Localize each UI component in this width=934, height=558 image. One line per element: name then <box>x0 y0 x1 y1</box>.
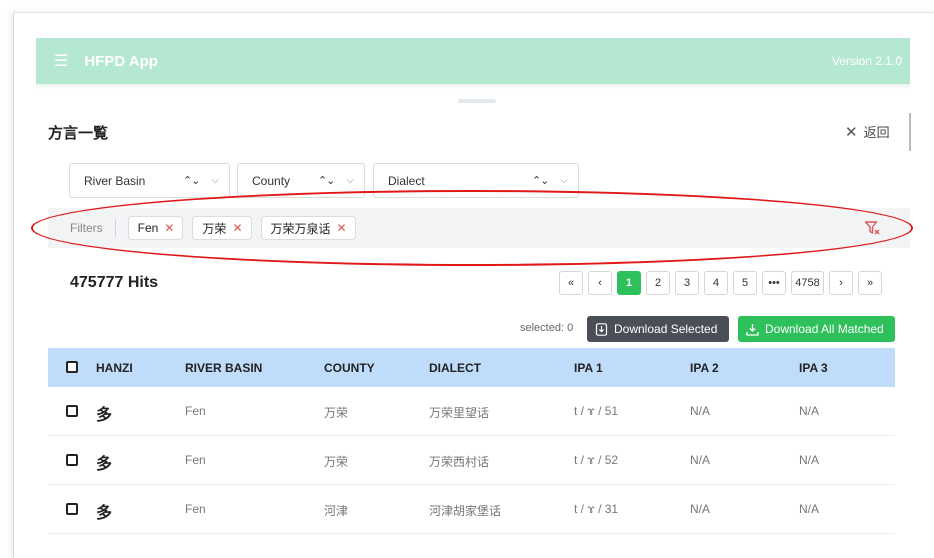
cell-hanzi: 多 <box>96 505 113 522</box>
cell-hanzi: 多 <box>96 456 113 473</box>
row-checkbox[interactable] <box>66 454 78 466</box>
menu-icon[interactable]: ☰ <box>54 51 68 71</box>
filter-chip-county[interactable]: 万荣 ✕ <box>192 216 252 240</box>
cell-county: 河津 <box>324 504 349 518</box>
sort-updown-icon: ⌃⌄ <box>531 175 549 187</box>
chevron-down-icon: ⌵ <box>560 175 568 186</box>
cell-ipa3: N/A <box>799 502 820 516</box>
page-button-3[interactable]: 3 <box>675 271 699 295</box>
version-label: Version 2.1.0 <box>831 54 902 68</box>
cell-dialect: 万荣里望话 <box>429 406 490 420</box>
filter-chip-label: 万荣万泉话 <box>270 221 331 236</box>
river-basin-select-label: River Basin <box>84 173 146 188</box>
filters-label: Filters <box>70 221 103 235</box>
drag-handle[interactable] <box>458 99 496 103</box>
download-icon <box>746 323 759 336</box>
select-all-checkbox[interactable] <box>66 361 78 373</box>
download-all-label: Download All Matched <box>765 322 884 336</box>
dialect-select[interactable]: Dialect ⌃⌄ ⌵ <box>373 163 579 198</box>
chevron-down-icon: ⌵ <box>211 175 219 186</box>
chevron-down-icon: ⌵ <box>346 175 354 186</box>
cell-dialect: 万荣西村话 <box>429 455 490 469</box>
close-icon: ✕ <box>845 123 858 141</box>
table-row[interactable]: 多 Fen 万荣 万荣西村话 t / ɤ / 52 N/A N/A <box>48 436 895 485</box>
filter-chip-label: Fen <box>137 221 159 235</box>
county-select[interactable]: County ⌃⌄ ⌵ <box>237 163 365 198</box>
page-button-2[interactable]: 2 <box>646 271 670 295</box>
row-checkbox[interactable] <box>66 503 78 515</box>
page-button-5[interactable]: 5 <box>733 271 757 295</box>
table-header: HANZI RIVER BASIN COUNTY DIALECT IPA 1 I… <box>48 348 895 387</box>
table-row[interactable]: 多 Fen 万荣 万荣里望话 t / ɤ / 51 N/A N/A <box>48 387 895 436</box>
divider <box>114 219 116 237</box>
column-header-dialect[interactable]: DIALECT <box>429 361 481 375</box>
app-header: ☰ HFPD App Version 2.1.0 <box>36 38 910 84</box>
column-header-ipa3[interactable]: IPA 3 <box>799 361 828 375</box>
dialect-select-label: Dialect <box>388 173 425 188</box>
download-selected-button[interactable]: Download Selected <box>587 316 729 342</box>
page-button-4[interactable]: 4 <box>704 271 728 295</box>
cell-hanzi: 多 <box>96 407 113 424</box>
cell-ipa3: N/A <box>799 404 820 418</box>
pagination: « ‹ 1 2 3 4 5 ••• 4758 › » <box>559 271 882 295</box>
remove-icon[interactable]: ✕ <box>232 221 242 235</box>
county-select-label: County <box>252 173 291 188</box>
page-title: 方言一覧 <box>48 125 109 142</box>
column-header-river-basin[interactable]: RIVER BASIN <box>185 361 262 375</box>
remove-icon[interactable]: ✕ <box>164 221 174 235</box>
download-selected-label: Download Selected <box>614 322 718 336</box>
cell-ipa1: t / ɤ / 52 <box>574 453 619 467</box>
cell-dialect: 河津胡家堡话 <box>429 504 502 518</box>
filter-chip-label: 万荣 <box>202 221 227 236</box>
sort-updown-icon: ⌃⌄ <box>317 175 335 187</box>
back-button[interactable]: ✕ 返回 <box>845 122 890 141</box>
filters-bar: Filters Fen ✕ 万荣 ✕ 万荣万泉话 ✕ <box>48 208 910 248</box>
selected-count: selected: 0 <box>520 322 574 334</box>
last-page-number-button[interactable]: 4758 <box>791 271 824 295</box>
cell-river-basin: Fen <box>185 453 206 467</box>
column-header-ipa2[interactable]: IPA 2 <box>690 361 719 375</box>
filter-chip-fen[interactable]: Fen ✕ <box>127 216 184 240</box>
cell-river-basin: Fen <box>185 502 206 516</box>
row-checkbox[interactable] <box>66 405 78 417</box>
river-basin-select[interactable]: River Basin ⌃⌄ ⌵ <box>69 163 230 198</box>
sort-updown-icon: ⌃⌄ <box>182 175 200 187</box>
column-header-hanzi[interactable]: HANZI <box>96 361 133 375</box>
more-pages-button[interactable]: ••• <box>762 271 786 295</box>
column-header-county[interactable]: COUNTY <box>324 361 375 375</box>
remove-icon[interactable]: ✕ <box>337 221 347 235</box>
cell-river-basin: Fen <box>185 404 206 418</box>
filter-chip-dialect[interactable]: 万荣万泉话 ✕ <box>260 216 356 240</box>
cell-county: 万荣 <box>324 455 349 469</box>
cell-ipa2: N/A <box>690 404 711 418</box>
first-page-button[interactable]: « <box>559 271 583 295</box>
header-shadow <box>36 84 910 90</box>
last-page-button[interactable]: » <box>858 271 882 295</box>
column-header-ipa1[interactable]: IPA 1 <box>574 361 603 375</box>
prev-page-button[interactable]: ‹ <box>588 271 612 295</box>
download-all-button[interactable]: Download All Matched <box>738 316 895 342</box>
clear-filter-icon[interactable] <box>864 220 880 236</box>
download-file-icon <box>595 322 608 336</box>
cell-ipa2: N/A <box>690 453 711 467</box>
cell-ipa1: t / ɤ / 51 <box>574 404 619 418</box>
cell-ipa3: N/A <box>799 453 820 467</box>
page-button-1[interactable]: 1 <box>617 271 641 295</box>
back-label: 返回 <box>863 125 890 140</box>
cell-county: 万荣 <box>324 406 349 420</box>
hits-count: 475777 Hits <box>70 274 159 291</box>
cell-ipa2: N/A <box>690 502 711 516</box>
divider <box>909 113 911 151</box>
table-row[interactable]: 多 Fen 河津 河津胡家堡话 t / ɤ / 31 N/A N/A <box>48 485 895 534</box>
cell-ipa1: t / ɤ / 31 <box>574 502 619 516</box>
app-title: HFPD App <box>84 52 158 70</box>
next-page-button[interactable]: › <box>829 271 853 295</box>
